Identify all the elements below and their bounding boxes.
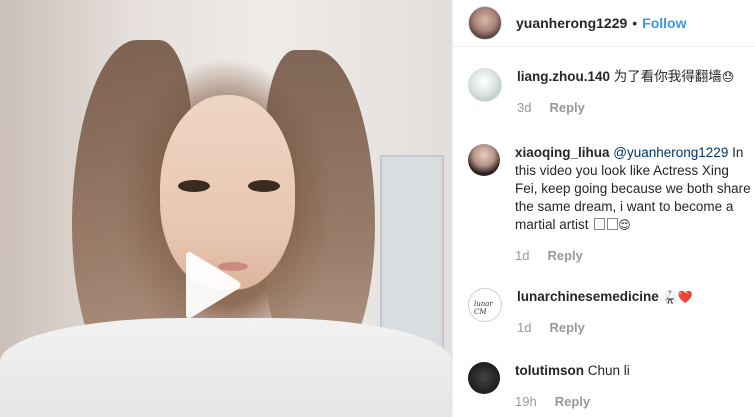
avatar[interactable] [468,144,500,176]
comment-item: xiaoqing_lihua @yuanherong1229 In this v… [468,144,755,263]
avatar[interactable]: lunar CM [468,288,502,322]
comment-meta: 1d Reply [515,248,755,263]
comment-username[interactable]: liang.zhou.140 [517,69,610,84]
video-subject-eye-left [178,180,210,192]
comment-text: liang.zhou.140 为了看你我得翻墙😓 [517,68,755,86]
comment-item: lunar CM lunarchinesemedicine 🥋❤️ 1d Rep… [468,288,755,335]
comment-time[interactable]: 1d [515,248,529,263]
missing-glyph-icon [594,218,606,230]
post-header: yuanherong1229 • Follow [453,0,755,47]
comment-meta: 1d Reply [517,320,755,335]
emoji: 🥋❤️ [662,290,693,304]
comment-text: xiaoqing_lihua @yuanherong1229 In this v… [515,144,755,234]
missing-glyph-icon [607,218,619,230]
comment-item: tolutimson Chun li 19h Reply [468,362,755,409]
comment-meta: 19h Reply [515,394,755,409]
avatar[interactable] [468,362,500,394]
comment-time[interactable]: 19h [515,394,537,409]
comment-time[interactable]: 3d [517,100,531,115]
avatar[interactable] [468,68,502,102]
reply-button[interactable]: Reply [547,248,582,263]
comment-username[interactable]: xiaoqing_lihua [515,145,610,160]
emoji: 😓 [721,70,735,84]
comment-text: lunarchinesemedicine 🥋❤️ [517,288,755,306]
comment-meta: 3d Reply [517,100,755,115]
comment-username[interactable]: tolutimson [515,363,584,378]
comments-panel: yuanherong1229 • Follow liang.zhou.140 为… [452,0,755,417]
comment-username[interactable]: lunarchinesemedicine [517,289,659,304]
comment-item: liang.zhou.140 为了看你我得翻墙😓 3d Reply [468,68,755,115]
video-subject-eye-right [248,180,280,192]
reply-button[interactable]: Reply [549,320,584,335]
play-icon[interactable] [180,250,242,320]
header-username[interactable]: yuanherong1229 [516,15,627,31]
avatar[interactable] [468,6,502,40]
comment-body: 为了看你我得翻墙 [613,69,722,84]
instagram-post: yuanherong1229 • Follow liang.zhou.140 为… [0,0,755,417]
comment-text: tolutimson Chun li [515,362,755,380]
video-player[interactable] [0,0,452,417]
video-subject-shirt [0,318,452,417]
avatar-logo-text: lunar CM [474,300,493,316]
comment-time[interactable]: 1d [517,320,531,335]
reply-button[interactable]: Reply [549,100,584,115]
follow-button[interactable]: Follow [642,15,686,31]
emoji: 😌 [618,218,631,232]
comment-mention[interactable]: @yuanherong1229 [613,145,728,160]
separator-dot: • [632,15,638,31]
reply-button[interactable]: Reply [555,394,590,409]
comment-body: Chun li [587,363,630,378]
